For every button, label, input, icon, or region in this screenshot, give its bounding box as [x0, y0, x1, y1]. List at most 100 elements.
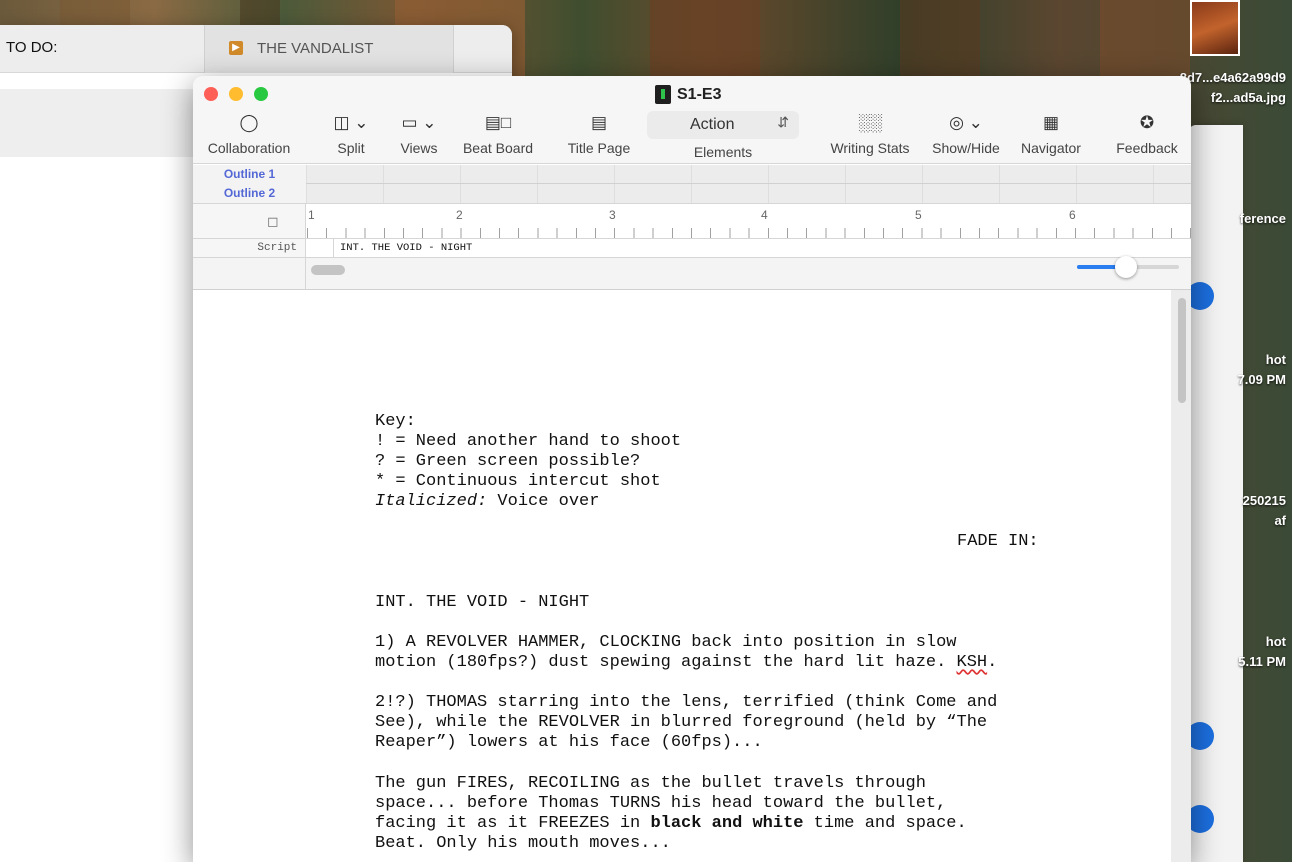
desktop-file-label[interactable]: 8d7...e4a62a99d9 [1180, 70, 1286, 85]
action-text: facing it as it FREEZES in [375, 814, 651, 833]
elements-value: Action [690, 116, 735, 133]
outline-2-label[interactable]: Outline 2 [193, 184, 306, 203]
vertical-scroll-thumb[interactable] [1178, 298, 1186, 403]
zoom-slider-knob[interactable] [1114, 256, 1137, 278]
chevron-updown-icon: ⇵ [777, 114, 789, 130]
desktop-image-thumbnail[interactable] [1190, 0, 1240, 56]
views-button[interactable]: ▭ ⌄ Views [396, 112, 442, 156]
ruler-number: 2 [456, 208, 463, 222]
desktop-file-label[interactable]: hot [1266, 352, 1286, 367]
scroll-gutter [193, 258, 306, 291]
script-lane: Script INT. THE VOID - NIGHT [193, 238, 1191, 258]
writing-stats-button[interactable]: ░░ Writing Stats [825, 112, 915, 156]
ruler-number: 6 [1069, 208, 1076, 222]
ruler-number: 5 [915, 208, 922, 222]
todo-title: TO DO: [6, 39, 58, 56]
split-button[interactable]: ◫ ⌄ Split [328, 112, 374, 156]
key-line: ! = Need another hand to shoot [375, 432, 682, 451]
action-text: . [987, 653, 998, 672]
title-page-icon: ▤ [590, 113, 608, 132]
key-line: ? = Green screen possible? [375, 452, 641, 471]
key-heading: Key: [375, 412, 416, 431]
minimize-button[interactable] [229, 87, 243, 101]
action-line: The gun FIRES, RECOILING as the bullet t… [375, 774, 926, 793]
ruler-gutter: ◻ [193, 204, 306, 239]
navigator-label: Navigator [1021, 140, 1081, 156]
elements-select[interactable]: Action ⇵ [647, 111, 799, 139]
action-text: time and space. [803, 814, 967, 833]
views-icon: ▭ ⌄ [401, 113, 437, 132]
screenplay-window: S1-E3 ◯ Collaboration ◫ ⌄ Split ▭ ⌄ View… [193, 76, 1191, 862]
ruler-number: 4 [761, 208, 768, 222]
beat-board-label: Beat Board [462, 140, 534, 156]
outline-1-label[interactable]: Outline 1 [193, 165, 306, 184]
key-line: * = Continuous intercut shot [375, 472, 661, 491]
todo-titlebar: TO DO: ▶ THE VANDALIST [0, 25, 512, 73]
script-scene-block[interactable]: INT. THE VOID - NIGHT [333, 239, 1191, 258]
bar-chart-icon: ░░ [857, 113, 883, 132]
timeline-ruler: ◻ 1 2 3 4 5 6 [193, 203, 1191, 239]
outline-grid[interactable] [306, 165, 1191, 203]
desktop-file-label[interactable]: 5.11 PM [1238, 654, 1286, 669]
ruler-number: 3 [609, 208, 616, 222]
show-hide-label: Show/Hide [932, 140, 1000, 156]
desktop-file-label[interactable]: ference [1240, 211, 1286, 226]
desktop-file-label[interactable]: f2...ad5a.jpg [1211, 90, 1286, 105]
scene-heading: INT. THE VOID - NIGHT [375, 593, 590, 612]
title-page-button[interactable]: ▤ Title Page [563, 112, 635, 156]
collaboration-label: Collaboration [207, 140, 291, 156]
feedback-label: Feedback [1116, 140, 1178, 156]
feedback-button[interactable]: ✪ Feedback [1111, 112, 1183, 156]
comment-icon[interactable]: ◻ [267, 213, 279, 230]
script-page[interactable]: Key: ! = Need another hand to shoot ? = … [193, 290, 1171, 862]
desktop-file-label[interactable]: af [1274, 513, 1286, 528]
close-button[interactable] [204, 87, 218, 101]
show-hide-button[interactable]: ◎ ⌄ Show/Hide [929, 112, 1003, 156]
navigator-button[interactable]: ▦ Navigator [1015, 112, 1087, 156]
desktop-file-label[interactable]: hot [1266, 634, 1286, 649]
beat-board-button[interactable]: ▤□ Beat Board [459, 112, 537, 156]
feedback-icon: ✪ [1139, 113, 1155, 132]
writing-stats-label: Writing Stats [830, 140, 910, 156]
outline-divider [306, 183, 1191, 184]
action-line: motion (180fps?) dust spewing against th… [375, 653, 997, 673]
ruler-number: 1 [308, 208, 315, 222]
key-line-rest: Voice over [487, 492, 600, 511]
elements-caption: Elements [673, 140, 773, 160]
action-line: space... before Thomas TURNS his head to… [375, 794, 947, 813]
misspelled-word[interactable]: KSH [957, 653, 988, 672]
split-label: Split [337, 140, 365, 156]
todo-tab-label: THE VANDALIST [257, 40, 374, 57]
collaboration-icon: ◯ [239, 113, 259, 132]
action-line: Reaper”) lowers at his face (60fps)... [375, 733, 763, 752]
collaboration-button[interactable]: ◯ Collaboration [203, 112, 295, 156]
bold-text: black and white [650, 814, 804, 833]
background-window [1188, 125, 1243, 862]
split-icon: ◫ ⌄ [333, 113, 369, 132]
script-editor: Key: ! = Need another hand to shoot ? = … [193, 290, 1191, 862]
script-lane-label: Script [193, 239, 306, 258]
window-title: S1-E3 [655, 85, 721, 104]
zoom-slider[interactable] [1077, 256, 1179, 278]
todo-tab[interactable]: ▶ THE VANDALIST [204, 25, 454, 73]
key-line: Italicized: Voice over [375, 492, 599, 512]
views-label: Views [400, 140, 438, 156]
document-icon [655, 85, 671, 104]
elements-label: Elements [693, 144, 753, 160]
action-line: 2!?) THOMAS starring into the lens, terr… [375, 693, 998, 712]
navigator-icon: ▦ [1042, 113, 1060, 132]
desktop-file-label[interactable]: 7.09 PM [1238, 372, 1286, 387]
horizontal-scroll-thumb[interactable] [311, 265, 345, 275]
action-line: Beat. Only his mouth moves... [375, 834, 671, 853]
title-page-label: Title Page [567, 140, 631, 156]
zoom-button[interactable] [254, 87, 268, 101]
action-line: 1) A REVOLVER HAMMER, CLOCKING back into… [375, 633, 957, 652]
desktop-file-label[interactable]: 250215 [1243, 493, 1286, 508]
window-title-text: S1-E3 [677, 85, 722, 103]
timeline-scroll-bar [193, 256, 1191, 291]
project-icon: ▶ [229, 41, 243, 55]
action-line: See), while the REVOLVER in blurred fore… [375, 713, 988, 732]
toolbar: S1-E3 ◯ Collaboration ◫ ⌄ Split ▭ ⌄ View… [193, 76, 1191, 164]
todo-sidebar [0, 89, 200, 157]
outline-lanes: Outline 1 Outline 2 [193, 165, 1191, 203]
